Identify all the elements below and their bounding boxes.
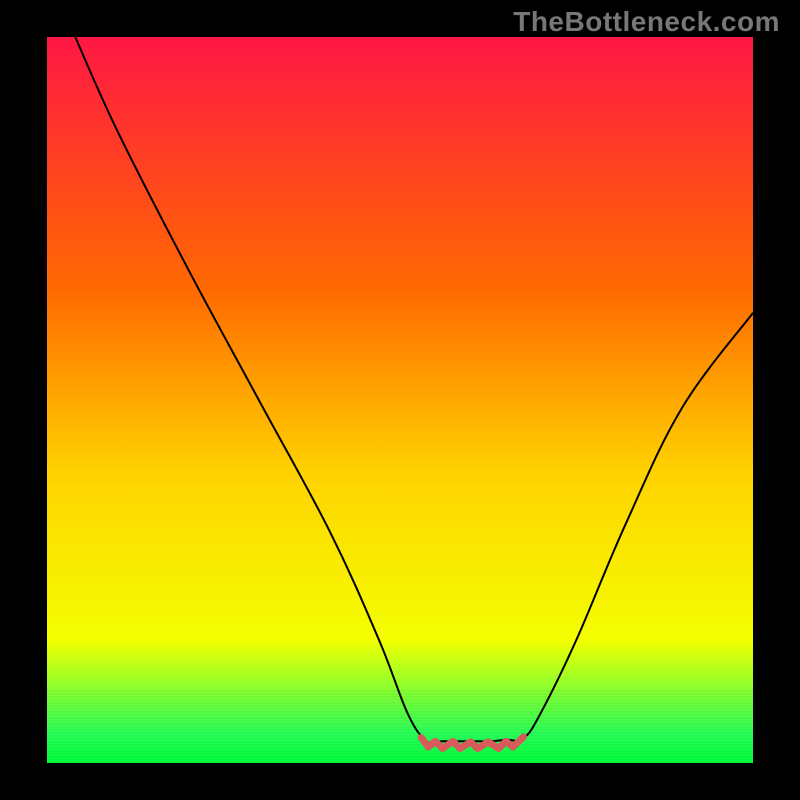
plot-area — [47, 37, 753, 763]
chart-container: TheBottleneck.com — [0, 0, 800, 800]
plot-svg — [47, 37, 753, 763]
gradient-background — [47, 37, 753, 763]
watermark-text: TheBottleneck.com — [513, 6, 780, 38]
